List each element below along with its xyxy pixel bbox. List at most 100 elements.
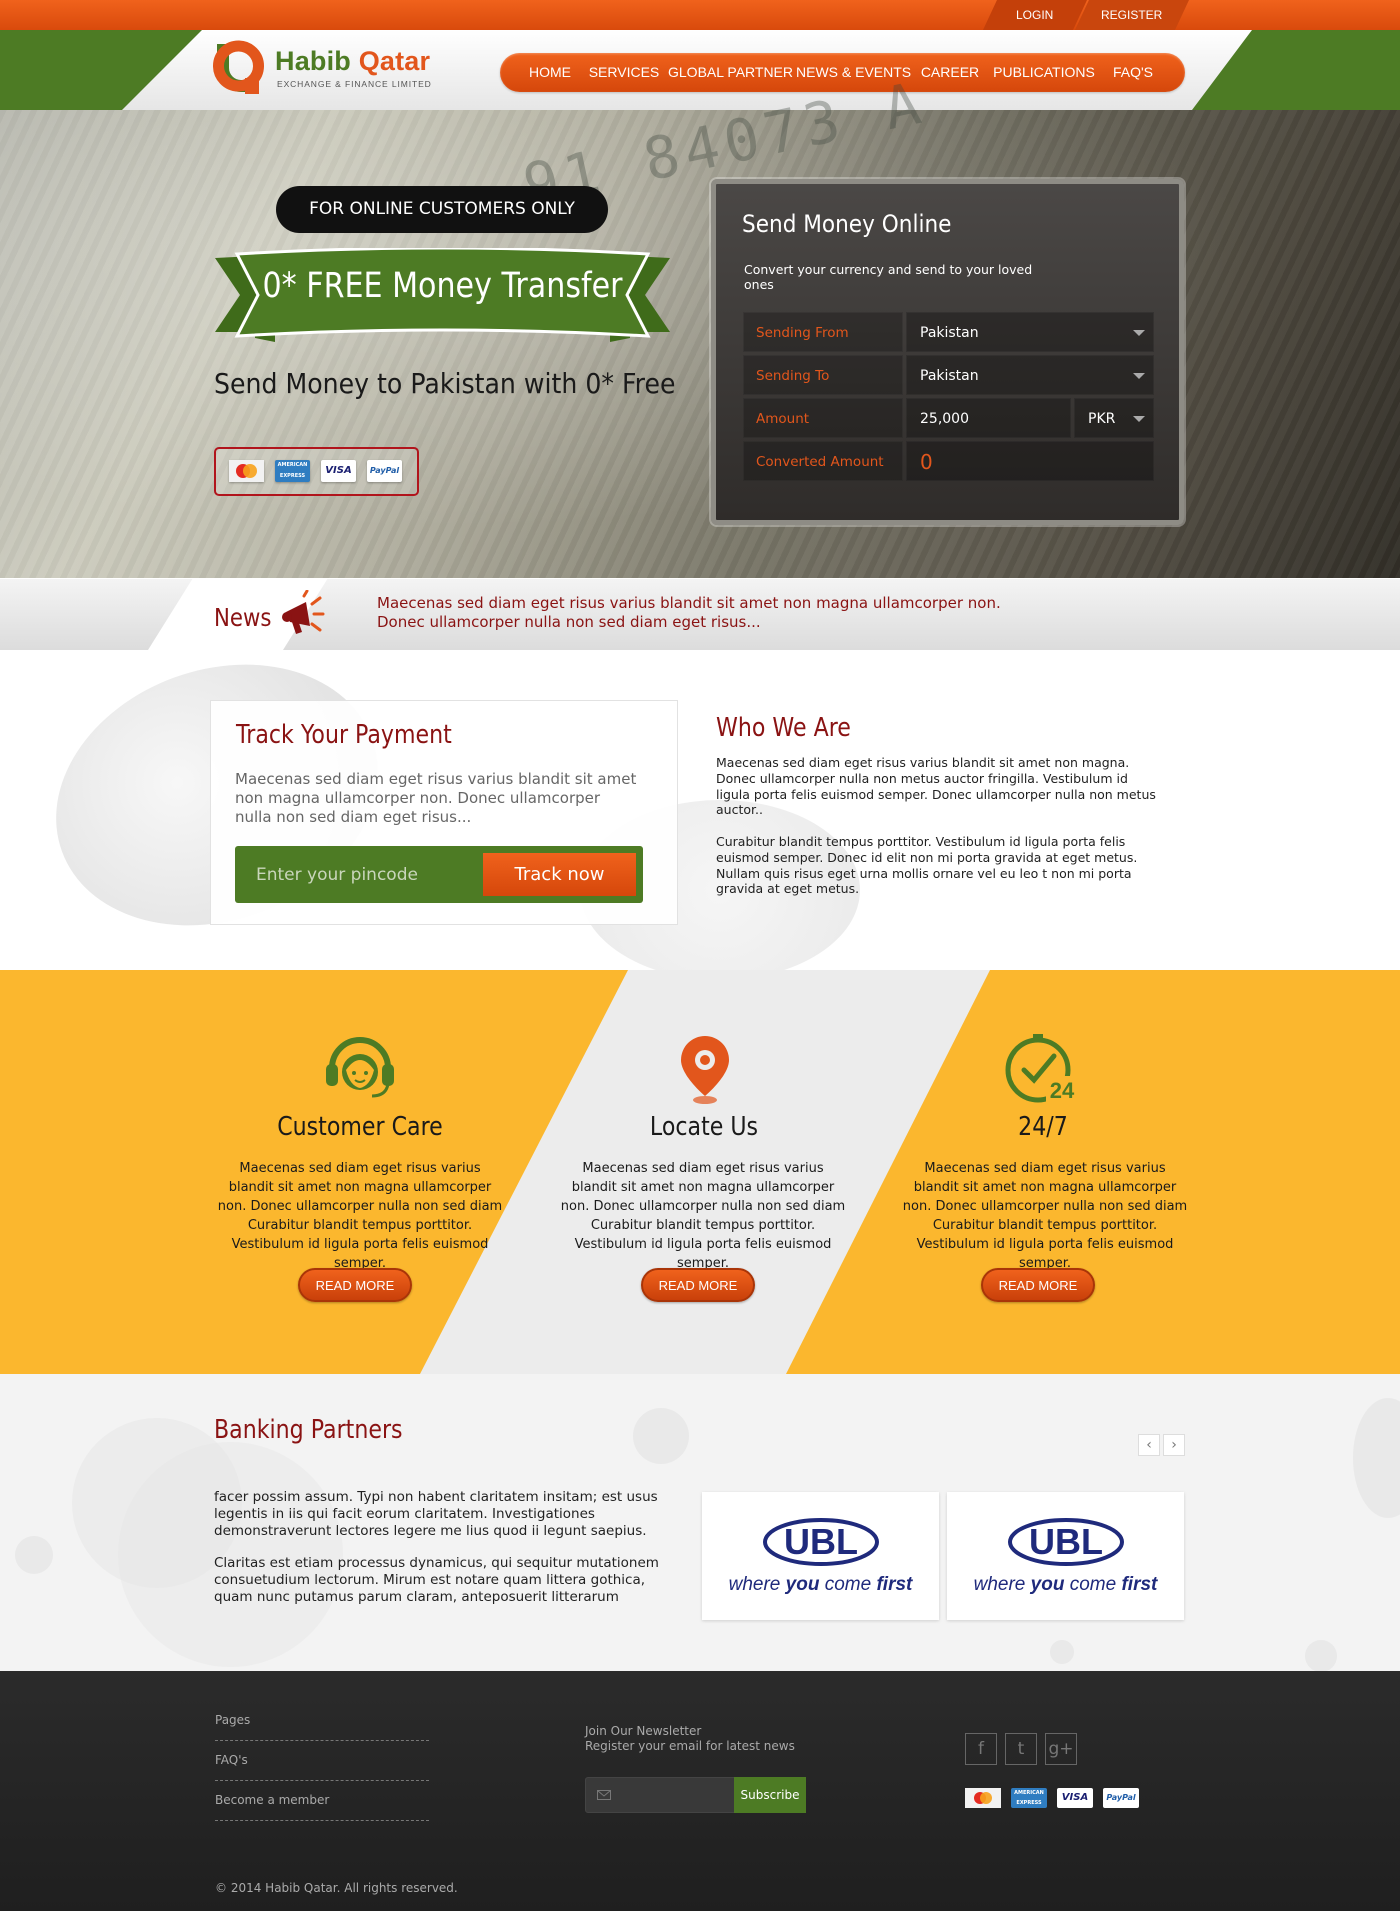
track-now-button[interactable]: Track now	[483, 853, 636, 896]
logo-name: Habib Qatar	[275, 46, 430, 77]
slogan-part: you	[1030, 1574, 1065, 1595]
free-transfer-headline: 0* FREE Money Transfer	[262, 266, 623, 306]
customer-care-title: Customer Care	[277, 1112, 443, 1142]
nav-services[interactable]: SERVICES	[588, 53, 660, 92]
pincode-input[interactable]	[242, 853, 482, 896]
nav-career[interactable]: CAREER	[912, 53, 988, 92]
footer-link-become-member[interactable]: Become a member	[215, 1793, 329, 1807]
footer-link-pages[interactable]: Pages	[215, 1713, 250, 1727]
track-payment-title: Track Your Payment	[236, 720, 452, 750]
facebook-icon[interactable]: f	[965, 1733, 997, 1765]
sending-to-label: Sending To	[743, 355, 903, 395]
decorative-circle	[1305, 1640, 1337, 1672]
ubl-logo-icon: UBL	[763, 1518, 879, 1566]
footer-link-faqs[interactable]: FAQ's	[215, 1753, 248, 1767]
banking-partners-paragraph-1: facer possim assum. Typi non habent clar…	[214, 1489, 658, 1539]
converted-amount-value: 0	[906, 441, 1154, 481]
footer-divider	[215, 1780, 429, 1781]
slogan-part: where	[728, 1574, 786, 1595]
megaphone-icon	[282, 590, 325, 634]
locate-us-title: Locate Us	[649, 1112, 759, 1142]
hero-tagline: Send Money to Pakistan with 0* Free	[214, 367, 676, 400]
currency-value: PKR	[1088, 411, 1116, 427]
send-money-title: Send Money Online	[742, 210, 952, 238]
google-plus-icon[interactable]: g+	[1045, 1733, 1077, 1765]
banking-partners-paragraph-2: Claritas est etiam processus dynamicus, …	[214, 1555, 659, 1605]
amount-input[interactable]: 25,000	[906, 398, 1071, 438]
clock-24-label: 24	[1050, 1078, 1075, 1103]
partner-name: UBL	[1029, 1521, 1103, 1562]
paypal-icon: PayPal	[367, 460, 402, 482]
slogan-part: come	[1064, 1574, 1122, 1595]
login-label: LOGIN	[1016, 8, 1054, 22]
newsletter-email-input[interactable]	[585, 1777, 735, 1813]
envelope-icon	[597, 1790, 611, 1800]
news-line-1: Maecenas sed diam eget risus varius blan…	[377, 594, 1001, 612]
login-link[interactable]: LOGIN	[983, 0, 1087, 30]
partner-slogan: where you come first	[702, 1574, 939, 1596]
footer-divider	[215, 1820, 429, 1821]
twenty-four-seven-read-more-button[interactable]: READ MORE	[981, 1268, 1095, 1302]
page: LOGIN REGISTER Habib Qatar EXCHANGE & FI…	[0, 0, 1400, 1911]
amex-icon: AMERICAN EXPRESS	[275, 460, 310, 482]
partner-logo-card[interactable]: UBL where you come first	[702, 1492, 939, 1620]
send-money-subtitle: Convert your currency and send to your l…	[744, 262, 1033, 292]
sending-from-select[interactable]: Pakistan	[906, 312, 1154, 352]
partner-name: UBL	[784, 1521, 858, 1562]
partner-logo-card[interactable]: UBL where you come first	[947, 1492, 1184, 1620]
logo-subtitle: EXCHANGE & FINANCE LIMITED	[277, 79, 432, 89]
decorative-circle	[633, 1408, 689, 1464]
logo-name-part2: Qatar	[358, 46, 431, 76]
mastercard-icon	[965, 1788, 1001, 1808]
newsletter-title: Join Our Newsletter	[585, 1724, 702, 1738]
who-we-are-title: Who We Are	[716, 713, 851, 743]
sending-from-value: Pakistan	[920, 325, 979, 341]
logo-name-part1: Habib	[275, 46, 359, 76]
sending-to-value: Pakistan	[920, 368, 979, 384]
amount-label: Amount	[743, 398, 903, 438]
news-line-2: Donec ullamcorper nulla non sed diam ege…	[377, 613, 761, 631]
partner-slogan: where you come first	[947, 1574, 1184, 1596]
twitter-icon[interactable]: t	[1005, 1733, 1037, 1765]
amount-value: 25,000	[920, 411, 969, 427]
twenty-four-seven-title: 24/7	[1018, 1112, 1068, 1142]
nav-global-partner[interactable]: GLOBAL PARTNER	[668, 53, 793, 92]
nav-publications[interactable]: PUBLICATIONS	[992, 53, 1096, 92]
news-title: News	[214, 603, 272, 632]
locate-us-read-more-button[interactable]: READ MORE	[641, 1268, 755, 1302]
nav-faqs[interactable]: FAQ'S	[1104, 53, 1162, 92]
news-ticker[interactable]: Maecenas sed diam eget risus varius blan…	[377, 594, 1017, 632]
who-we-are-paragraph-1: Maecenas sed diam eget risus varius blan…	[716, 755, 1156, 818]
decorative-circle	[15, 1536, 53, 1574]
chevron-down-icon	[1133, 373, 1145, 379]
headset-icon	[326, 1037, 394, 1098]
chevron-down-icon	[1133, 330, 1145, 336]
slogan-part: first	[876, 1574, 913, 1595]
register-link[interactable]: REGISTER	[1075, 0, 1189, 30]
sending-to-select[interactable]: Pakistan	[906, 355, 1154, 395]
online-customers-pill: FOR ONLINE CUSTOMERS ONLY	[276, 186, 608, 233]
track-payment-text: Maecenas sed diam eget risus varius blan…	[235, 770, 637, 826]
register-label: REGISTER	[1101, 8, 1163, 22]
top-bar	[0, 0, 1400, 30]
subscribe-button[interactable]: Subscribe	[734, 1777, 806, 1813]
paypal-icon: PayPal	[1103, 1788, 1139, 1808]
newsletter-subtitle: Register your email for latest news	[585, 1739, 795, 1753]
footer-divider	[215, 1740, 429, 1741]
logo-icon[interactable]	[213, 40, 265, 96]
ubl-logo-icon: UBL	[1008, 1518, 1124, 1566]
slogan-part: first	[1121, 1574, 1158, 1595]
location-pin-icon	[681, 1036, 729, 1104]
twenty-four-seven-text: Maecenas sed diam eget risus varius blan…	[902, 1161, 1188, 1271]
nav-home[interactable]: HOME	[520, 53, 580, 92]
carousel-prev-button[interactable]: ‹	[1138, 1434, 1160, 1456]
carousel-next-button[interactable]: ›	[1163, 1434, 1185, 1456]
slogan-part: come	[819, 1574, 877, 1595]
amex-icon: AMERICAN EXPRESS	[1011, 1788, 1047, 1808]
customer-care-text: Maecenas sed diam eget risus varius blan…	[217, 1161, 503, 1271]
clock-24-icon: 24	[1005, 1034, 1078, 1103]
customer-care-read-more-button[interactable]: READ MORE	[298, 1268, 412, 1302]
decorative-circle	[1050, 1640, 1074, 1664]
converted-amount-label: Converted Amount	[743, 441, 903, 481]
slogan-part: where	[973, 1574, 1031, 1595]
